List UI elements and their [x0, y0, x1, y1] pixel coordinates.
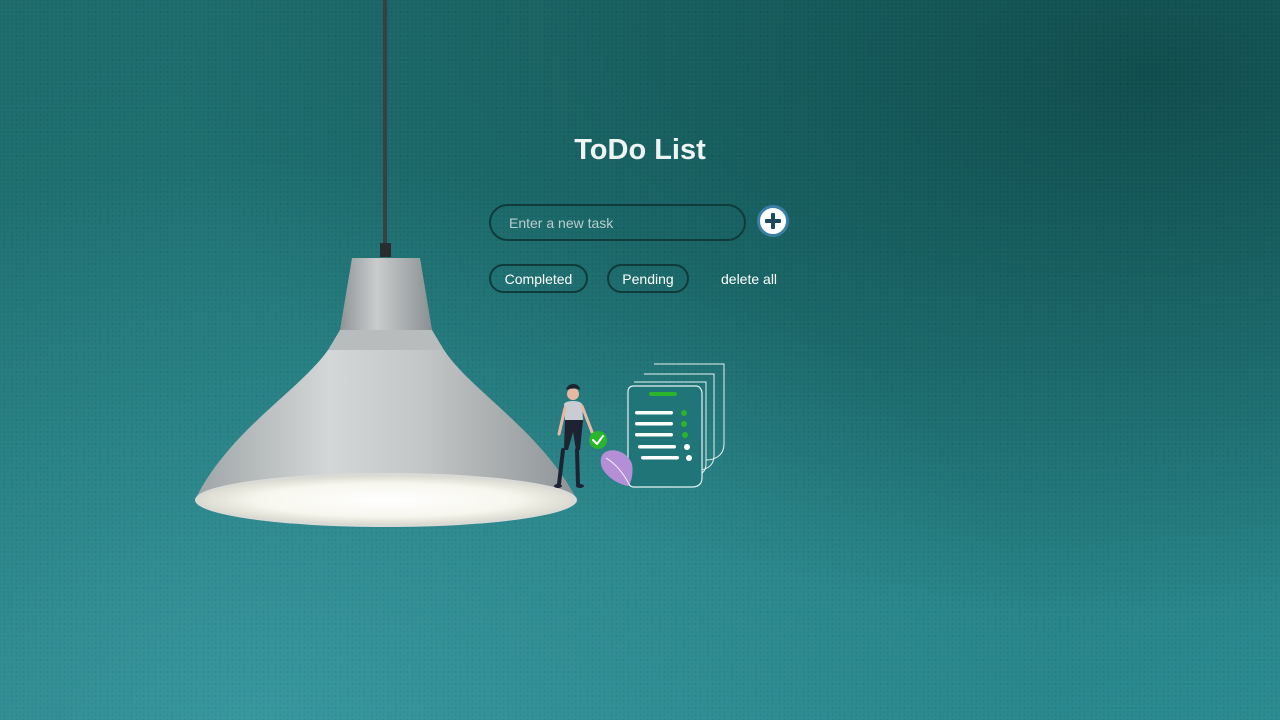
delete-all-button[interactable]: delete all — [716, 264, 782, 293]
new-task-input[interactable] — [489, 204, 746, 241]
empty-list-illustration — [554, 363, 725, 488]
page-title: ToDo List — [574, 134, 706, 166]
filter-pending-button[interactable]: Pending — [607, 264, 689, 293]
add-task-button[interactable] — [757, 205, 789, 237]
plus-circle-icon — [762, 210, 784, 232]
filter-completed-button[interactable]: Completed — [489, 264, 588, 293]
